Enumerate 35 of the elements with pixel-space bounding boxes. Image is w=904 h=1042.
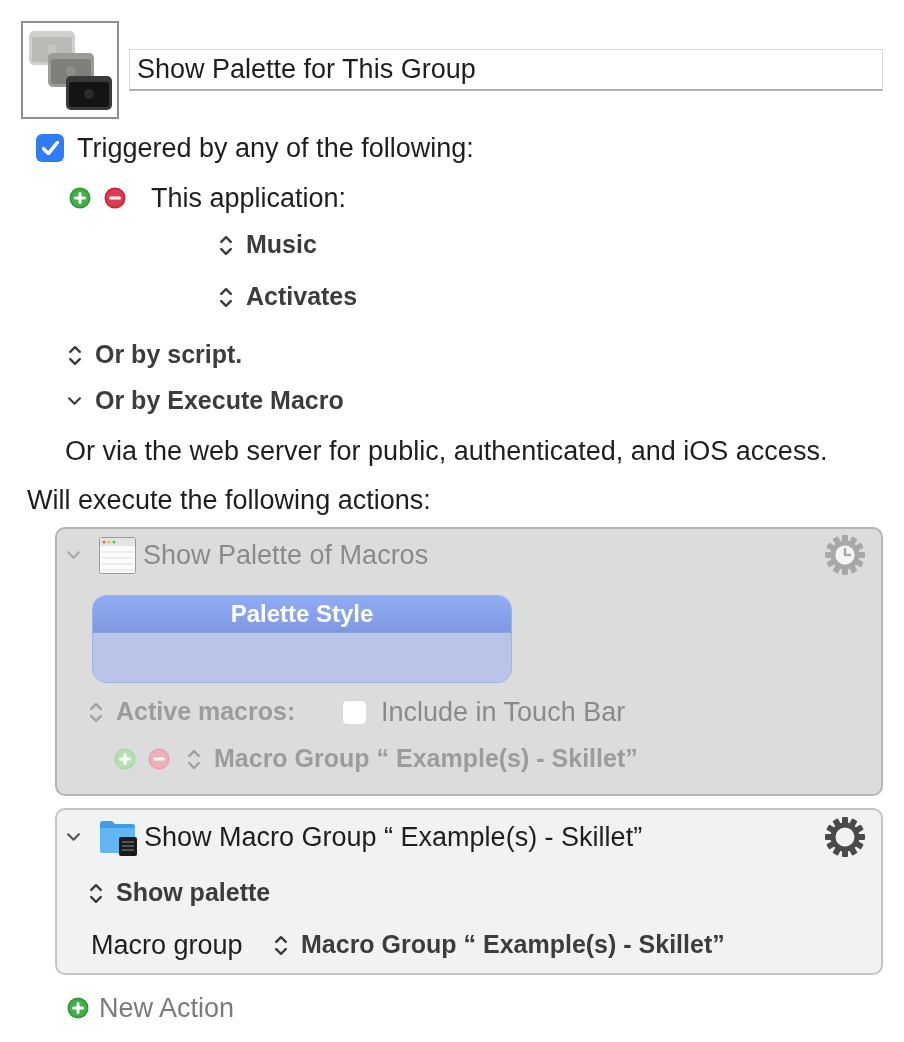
action-title: Show Macro Group “ Example(s) - Skillet” xyxy=(144,820,643,854)
clock-gear-icon[interactable] xyxy=(825,535,865,575)
field-label: Macro group xyxy=(91,928,244,962)
updown-chevron-icon xyxy=(220,287,232,307)
updown-chevron-icon xyxy=(188,749,200,769)
checkbox-label: Triggered by any of the following: xyxy=(77,131,474,165)
updown-chevron-icon xyxy=(275,935,287,955)
action-title: Show Palette of Macros xyxy=(143,538,429,572)
new-action-button[interactable]: New Action xyxy=(67,987,235,1029)
name-field[interactable]: Show Palette for This Group xyxy=(129,49,883,91)
stacked-tiles-icon[interactable] xyxy=(21,21,119,119)
remove-button[interactable] xyxy=(104,187,126,209)
checkmark-icon xyxy=(41,141,59,155)
disclosure-button[interactable]: Or by script. xyxy=(68,336,243,374)
disclosure-button[interactable]: Or by Execute Macro xyxy=(68,382,344,420)
trigger-label: This application: xyxy=(151,181,347,215)
popup-button[interactable]: Show palette xyxy=(90,874,271,912)
web-server-note: Or via the web server for public, authenticated, and iOS access. xyxy=(65,434,828,468)
checkbox[interactable] xyxy=(36,134,64,162)
folder-icon xyxy=(99,818,137,856)
add-button[interactable] xyxy=(69,187,91,209)
updown-chevron-icon xyxy=(90,702,102,722)
actions-heading: Will execute the following actions: xyxy=(27,483,431,517)
gear-icon[interactable] xyxy=(825,817,865,857)
window-icon xyxy=(99,536,136,574)
popup-button[interactable]: Macro Group “ Example(s) - Skillet” xyxy=(275,926,725,964)
checkbox-label: Include in Touch Bar xyxy=(381,695,626,729)
chevron-down-icon[interactable] xyxy=(66,833,80,841)
add-icon xyxy=(67,997,89,1019)
popup-button[interactable]: Activates xyxy=(220,278,358,316)
chevron-down-icon[interactable] xyxy=(68,397,81,405)
updown-chevron-icon xyxy=(220,235,232,255)
updown-chevron-icon xyxy=(90,883,102,903)
checkbox[interactable] xyxy=(342,699,367,725)
popup-button[interactable]: Music xyxy=(220,226,317,264)
